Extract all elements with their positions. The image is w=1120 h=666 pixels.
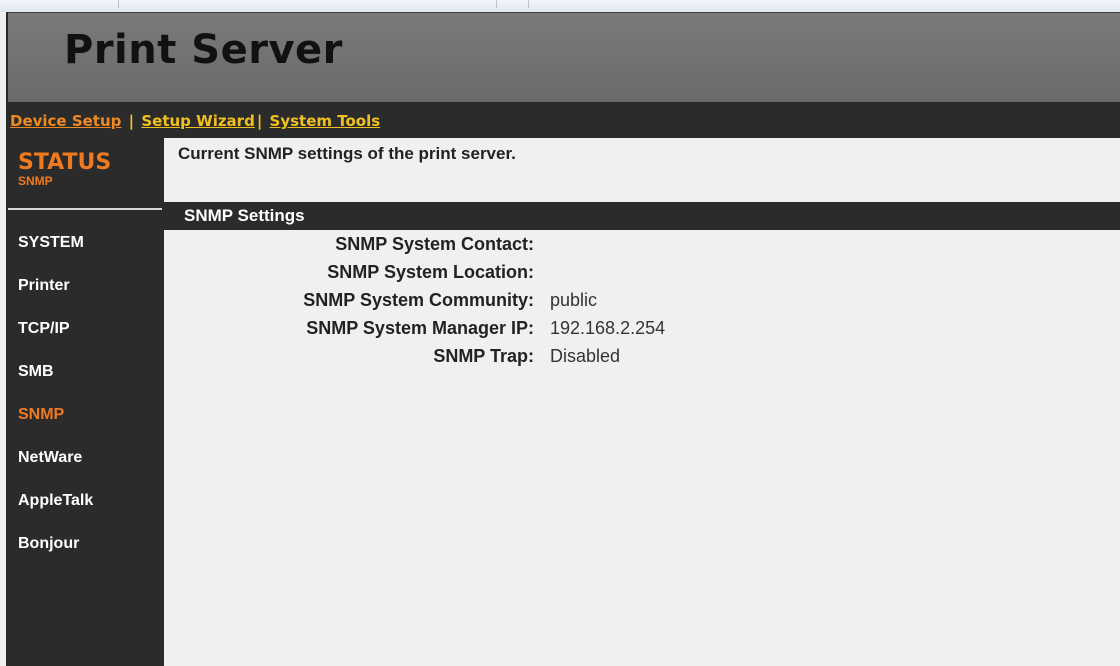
setting-label: SNMP Trap: bbox=[433, 346, 534, 366]
sidebar-item-tcpip[interactable]: TCP/IP bbox=[18, 320, 70, 338]
nav-setup-wizard-link[interactable]: Setup Wizard bbox=[141, 112, 254, 130]
sidebar-item-system[interactable]: SYSTEM bbox=[18, 234, 84, 252]
main-content: Current SNMP settings of the print serve… bbox=[164, 138, 1120, 666]
setting-label: SNMP System Location: bbox=[327, 262, 534, 282]
nav-separator: | bbox=[256, 112, 263, 130]
nav-separator: | bbox=[128, 112, 135, 130]
page-title: Print Server bbox=[64, 27, 343, 73]
header-banner: Print Server bbox=[8, 12, 1120, 103]
setting-row-trap: SNMP Trap: Disabled bbox=[164, 344, 1120, 372]
sidebar-divider bbox=[8, 208, 162, 210]
status-heading: STATUS SNMP bbox=[18, 150, 112, 189]
setting-row-contact: SNMP System Contact: bbox=[164, 232, 1120, 260]
nav-device-setup-link[interactable]: Device Setup bbox=[10, 112, 121, 130]
setting-label: SNMP System Manager IP: bbox=[306, 318, 534, 338]
setting-value: Disabled bbox=[550, 346, 621, 366]
tab-edge bbox=[528, 0, 529, 8]
sidebar-item-bonjour[interactable]: Bonjour bbox=[18, 535, 79, 553]
sidebar-item-smb[interactable]: SMB bbox=[18, 363, 54, 381]
sidebar-item-appletalk[interactable]: AppleTalk bbox=[18, 492, 93, 510]
sidebar-item-snmp[interactable]: SNMP bbox=[18, 406, 64, 424]
status-subtitle: SNMP bbox=[18, 174, 53, 188]
sidebar-item-printer[interactable]: Printer bbox=[18, 277, 70, 295]
setting-value: public bbox=[550, 290, 598, 310]
setting-label: SNMP System Community: bbox=[303, 290, 534, 310]
setting-row-community: SNMP System Community: public bbox=[164, 288, 1120, 316]
tab-edge bbox=[496, 0, 497, 8]
app-frame: Print Server Device Setup | Setup Wizard… bbox=[6, 12, 1120, 666]
status-title: STATUS bbox=[18, 150, 112, 175]
nav-links: Device Setup | Setup Wizard | System Tool… bbox=[10, 112, 380, 130]
section-header: SNMP Settings bbox=[164, 202, 1120, 230]
tab-edge bbox=[118, 0, 119, 8]
sidebar: STATUS SNMP SYSTEM Printer TCP/IP SMB SN… bbox=[8, 138, 164, 666]
sidebar-item-netware[interactable]: NetWare bbox=[18, 449, 82, 467]
top-nav: Device Setup | Setup Wizard | System Tool… bbox=[8, 102, 1120, 138]
section-title: SNMP Settings bbox=[184, 206, 305, 225]
page: Print Server Device Setup | Setup Wizard… bbox=[0, 0, 1120, 666]
setting-row-location: SNMP System Location: bbox=[164, 260, 1120, 288]
settings-list: SNMP System Contact: SNMP System Locatio… bbox=[164, 232, 1120, 372]
browser-top-strip bbox=[0, 0, 1120, 12]
setting-row-manager-ip: SNMP System Manager IP: 192.168.2.254 bbox=[164, 316, 1120, 344]
setting-label: SNMP System Contact: bbox=[335, 234, 534, 254]
page-description: Current SNMP settings of the print serve… bbox=[178, 144, 516, 163]
nav-system-tools-link[interactable]: System Tools bbox=[270, 112, 381, 130]
setting-value: 192.168.2.254 bbox=[550, 318, 666, 338]
